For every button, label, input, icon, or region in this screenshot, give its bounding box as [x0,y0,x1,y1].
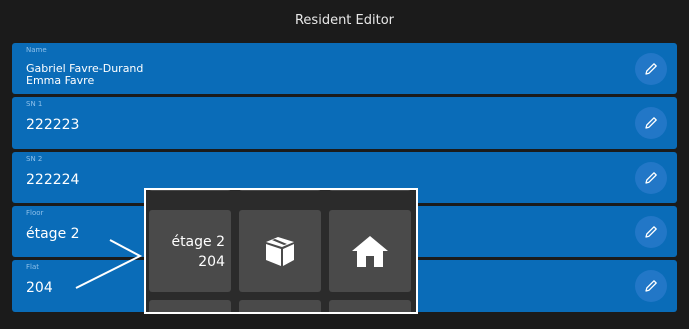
edit-sn1-button[interactable] [635,107,667,139]
title-bar: Resident Editor [0,0,689,40]
field-label-floor: Floor [26,209,44,217]
picker-floor-label: étage 2 [171,234,225,250]
home-icon [352,236,388,267]
field-label-sn1: SN 1 [26,100,43,108]
window-title: Resident Editor [294,12,395,28]
field-name[interactable]: Name Gabriel Favre-Durand Emma Favre [12,43,677,94]
field-label-flat: Flat [26,263,40,271]
edit-flat-button[interactable] [635,270,667,302]
pencil-icon [645,117,657,129]
pencil-icon [645,225,657,238]
field-label-name: Name [26,46,47,54]
field-sn1[interactable]: SN 1 222223 [12,97,677,149]
pencil-icon [645,280,657,292]
picker-tile-bottom-3[interactable] [329,300,411,312]
picker-tile-selected[interactable]: étage 2 204 [149,210,231,292]
field-label-sn2: SN 2 [26,155,43,163]
picker-flat-label: 204 [198,254,225,270]
pencil-icon [645,171,657,184]
edit-name-button[interactable] [635,52,667,85]
field-value-sn2: 222224 [26,172,80,188]
picker-tile-bottom-1[interactable] [149,300,231,312]
name-line-2: Emma Favre [26,74,95,87]
picker-tile-box[interactable] [239,210,321,292]
edit-floor-button[interactable] [635,215,667,248]
picker-tile-bottom-2[interactable] [239,300,321,312]
picker-tile-top-1[interactable] [149,190,231,191]
picker-tile-home[interactable] [329,210,411,292]
field-value-flat: 204 [26,280,53,296]
pencil-icon [645,62,657,75]
picker-tile-top-2[interactable] [239,190,321,191]
edit-sn2-button[interactable] [635,161,667,194]
box-icon [266,237,294,266]
picker-tile-top-3[interactable] [329,190,411,191]
field-value-name: Gabriel Favre-Durand Emma Favre [26,63,143,87]
field-value-floor: étage 2 [26,226,80,242]
field-value-sn1: 222223 [26,117,80,133]
picker-overlay: étage 2 204 [144,188,418,314]
